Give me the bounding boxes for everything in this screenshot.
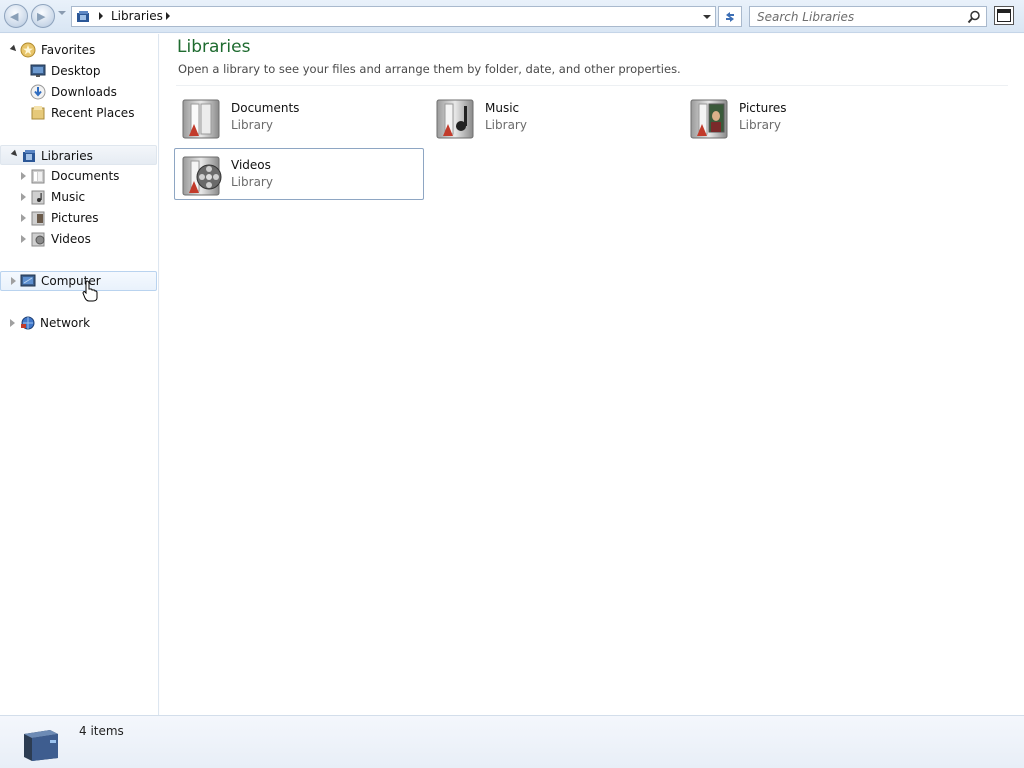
- nav-label-desktop: Desktop: [51, 64, 101, 78]
- nav-downloads[interactable]: Downloads: [0, 82, 157, 102]
- nav-favorites[interactable]: Favorites: [0, 40, 157, 60]
- page-title: Libraries: [177, 37, 251, 57]
- nav-recent-places[interactable]: Recent Places: [0, 103, 157, 123]
- address-bar[interactable]: Libraries: [71, 6, 716, 27]
- music-icon: [31, 190, 45, 205]
- nav-label-favorites: Favorites: [41, 43, 96, 57]
- pictures-library-icon: [690, 99, 728, 139]
- recent-pages-button[interactable]: [58, 11, 66, 15]
- nav-desktop[interactable]: Desktop: [0, 61, 157, 81]
- nav-label-pictures: Pictures: [51, 211, 99, 225]
- network-icon: [21, 316, 35, 330]
- header-divider: [176, 85, 1008, 86]
- library-tile-documents[interactable]: Documents Library: [175, 92, 425, 144]
- nav-computer[interactable]: Computer: [0, 271, 157, 291]
- nav-label-libraries: Libraries: [41, 149, 93, 163]
- library-name: Videos: [231, 158, 271, 172]
- videos-icon: [31, 232, 45, 247]
- library-type: Library: [485, 118, 527, 132]
- star-icon: [20, 42, 36, 58]
- nav-music[interactable]: Music: [0, 187, 157, 207]
- refresh-icon: [726, 12, 734, 22]
- expand-arrow-icon[interactable]: [10, 319, 15, 327]
- computer-icon: [20, 274, 36, 287]
- navigation-bar: ◀ ▶ Libraries: [0, 0, 1024, 33]
- nav-label-downloads: Downloads: [51, 85, 117, 99]
- collapse-arrow-icon[interactable]: [9, 44, 19, 54]
- forward-arrow-icon: ▶: [37, 10, 46, 23]
- expand-arrow-icon[interactable]: [21, 235, 26, 243]
- back-arrow-icon: ◀: [10, 10, 19, 23]
- library-name: Pictures: [739, 101, 787, 115]
- videos-library-icon: [182, 156, 222, 196]
- pane-icon-bar: [997, 9, 1011, 13]
- refresh-button[interactable]: [718, 6, 742, 27]
- library-type: Library: [231, 118, 273, 132]
- music-library-icon: [436, 99, 474, 139]
- nav-label-music: Music: [51, 190, 86, 204]
- nav-documents[interactable]: Documents: [0, 166, 157, 186]
- breadcrumb-libraries[interactable]: Libraries: [111, 9, 163, 23]
- libraries-icon: [77, 11, 89, 22]
- nav-pictures[interactable]: Pictures: [0, 208, 157, 228]
- breadcrumb-separator[interactable]: [166, 12, 170, 20]
- downloads-icon: [30, 84, 46, 100]
- nav-videos[interactable]: Videos: [0, 229, 157, 249]
- nav-label-documents: Documents: [51, 169, 120, 183]
- back-button[interactable]: ◀: [4, 4, 28, 28]
- expand-arrow-icon[interactable]: [21, 172, 26, 180]
- desktop-icon: [30, 64, 46, 77]
- forward-button[interactable]: ▶: [31, 4, 55, 28]
- search-input[interactable]: [750, 7, 964, 26]
- library-tile-videos[interactable]: Videos Library: [174, 148, 424, 200]
- expand-arrow-icon[interactable]: [21, 193, 26, 201]
- address-history-dropdown[interactable]: [703, 15, 711, 19]
- search-box[interactable]: [749, 6, 987, 27]
- library-type: Library: [231, 175, 273, 189]
- details-pane: 4 items: [0, 715, 1024, 768]
- library-name: Documents: [231, 101, 300, 115]
- library-name: Music: [485, 101, 520, 115]
- documents-library-icon: [182, 99, 220, 139]
- documents-icon: [31, 169, 45, 184]
- expand-arrow-icon[interactable]: [11, 277, 16, 285]
- collapse-arrow-icon[interactable]: [10, 149, 20, 159]
- nav-libraries[interactable]: Libraries: [0, 145, 157, 165]
- item-count: 4 items: [79, 724, 124, 738]
- library-type: Library: [739, 118, 781, 132]
- library-tile-music[interactable]: Music Library: [429, 92, 679, 144]
- content-pane: Libraries Open a library to see your fil…: [160, 34, 1024, 715]
- nav-label-network: Network: [40, 316, 91, 330]
- recent-places-icon: [31, 106, 45, 120]
- libraries-large-icon: [24, 730, 58, 761]
- breadcrumb-separator[interactable]: [99, 12, 103, 20]
- page-subtitle: Open a library to see your files and arr…: [178, 62, 681, 76]
- preview-pane-button[interactable]: [994, 6, 1014, 25]
- nav-label-computer: Computer: [41, 274, 101, 288]
- nav-label-recent-places: Recent Places: [51, 106, 135, 120]
- nav-label-videos: Videos: [51, 232, 91, 246]
- expand-arrow-icon[interactable]: [21, 214, 26, 222]
- libraries-icon: [23, 150, 35, 162]
- pictures-icon: [31, 211, 45, 226]
- navigation-pane: Favorites Desktop Downloads Recent Place…: [0, 34, 159, 715]
- library-tile-pictures[interactable]: Pictures Library: [683, 92, 933, 144]
- nav-network[interactable]: Network: [0, 313, 157, 333]
- search-icon[interactable]: [967, 10, 981, 24]
